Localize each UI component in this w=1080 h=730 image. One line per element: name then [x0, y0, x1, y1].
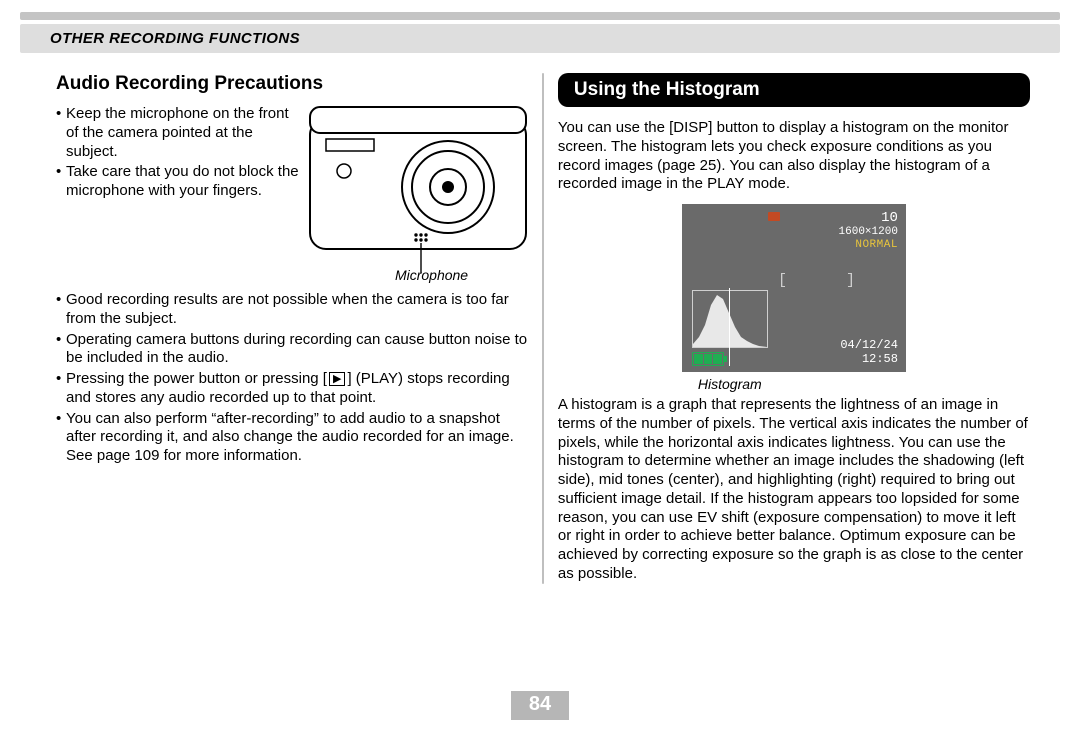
left-top-row: Keep the microphone on the front of the … [56, 105, 528, 275]
histogram-graph [692, 290, 768, 348]
microphone-caption: Microphone [56, 267, 528, 283]
top-bullets: Keep the microphone on the front of the … [56, 105, 302, 203]
bullet-item: Take care that you do not block the micr… [56, 163, 302, 201]
breadcrumb: OTHER RECORDING FUNCTIONS [20, 24, 1060, 53]
lcd-screen: 10 1600×1200 NORMAL [ ] 04/12/24 [682, 204, 906, 372]
lcd-figure: 10 1600×1200 NORMAL [ ] 04/12/24 [558, 204, 1030, 392]
breadcrumb-text: OTHER RECORDING FUNCTIONS [50, 30, 300, 47]
bullet-item: You can also perform “after-recording” t… [56, 410, 528, 466]
bottom-bullets: Good recording results are not possible … [56, 291, 528, 466]
lcd-time: 12:58 [862, 352, 898, 366]
histogram-body: A histogram is a graph that represents t… [558, 396, 1030, 584]
bullet-item: Keep the microphone on the front of the … [56, 105, 302, 161]
histogram-callout-line [729, 288, 730, 366]
top-grey-bar [20, 12, 1060, 20]
battery-icon [692, 352, 724, 366]
page-number: 84 [511, 691, 569, 720]
play-icon: ▶ [329, 372, 345, 386]
manual-page: OTHER RECORDING FUNCTIONS Audio Recordin… [0, 0, 1080, 730]
right-column: Using the Histogram You can use the [DIS… [558, 73, 1060, 584]
camera-illustration [308, 105, 528, 275]
histogram-caption: Histogram [680, 376, 762, 392]
histogram-intro: You can use the [DISP] button to display… [558, 119, 1030, 194]
content-columns: Audio Recording Precautions Keep the mic… [20, 73, 1060, 584]
lcd-top-right: 10 1600×1200 NORMAL [839, 210, 898, 251]
bullet-item: Operating camera buttons during recordin… [56, 331, 528, 369]
lcd-quality: NORMAL [839, 239, 898, 252]
left-column: Audio Recording Precautions Keep the mic… [20, 73, 528, 584]
column-divider [542, 73, 544, 584]
lcd-shots-remaining: 10 [839, 210, 898, 226]
lcd-date: 04/12/24 [840, 338, 898, 352]
bullet-item: Pressing the power button or pressing [▶… [56, 370, 528, 408]
right-section-title: Using the Histogram [558, 73, 1030, 107]
bullet-item: Good recording results are not possible … [56, 291, 528, 329]
record-indicator-icon [768, 212, 780, 221]
lcd-resolution: 1600×1200 [839, 226, 898, 239]
focus-brackets-icon: [ ] [778, 272, 863, 289]
left-section-title: Audio Recording Precautions [56, 73, 528, 95]
